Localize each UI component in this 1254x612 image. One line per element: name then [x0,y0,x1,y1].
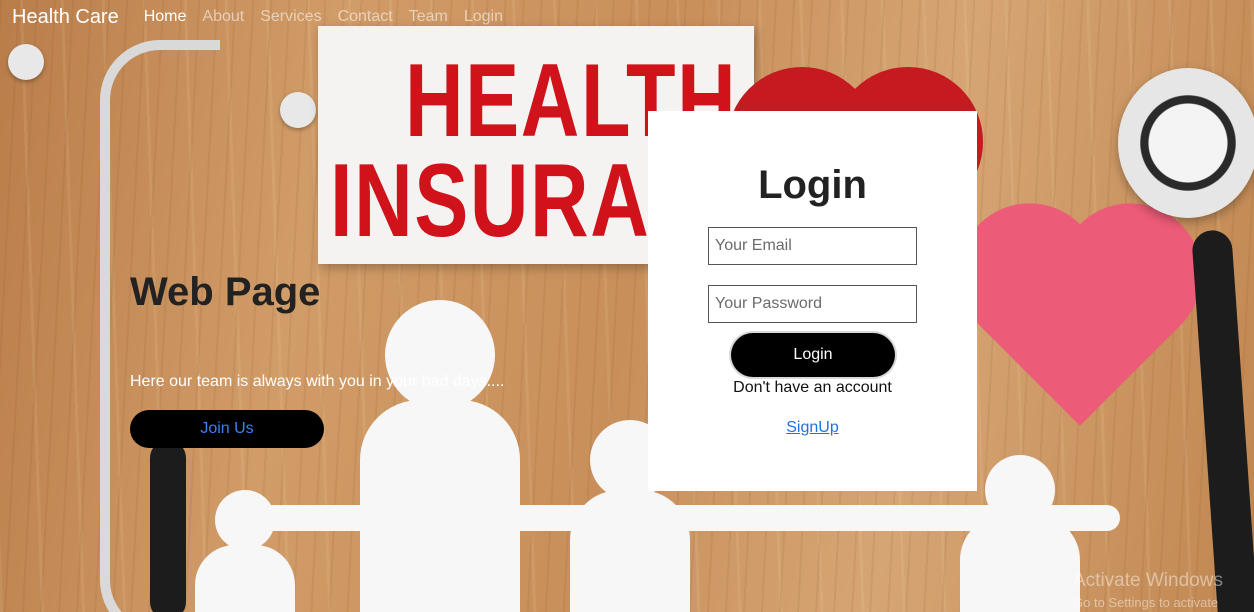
signup-link[interactable]: SignUp [648,419,977,437]
family-figure-arms [260,505,1120,531]
hero-subtitle: Here our team is always with you in your… [130,373,505,390]
no-account-text: Don't have an account [733,379,892,396]
email-input[interactable] [708,227,917,265]
nav-link-login[interactable]: Login [464,8,503,26]
top-navbar: Health Care Home About Services Contact … [0,0,519,34]
login-card: Login Login Don't have an account SignUp [648,111,977,491]
login-button[interactable]: Login [731,333,895,377]
windows-watermark: Activate Windows Go to Settings to activ… [1073,570,1254,612]
stethoscope-bell [1118,68,1254,218]
nav-link-home[interactable]: Home [144,8,187,26]
password-input[interactable] [708,285,917,323]
stethoscope-tube-black [1191,229,1254,612]
watermark-line2: Go to Settings to activate Windows. [1073,595,1219,610]
stethoscope-ear-tip [8,44,44,80]
hero-title: Web Page [130,270,321,314]
stethoscope-ear-tip [280,92,316,128]
nav-link-team[interactable]: Team [409,8,448,26]
brand-logo[interactable]: Health Care [12,6,119,29]
watermark-line1: Activate Windows [1073,570,1223,591]
nav-link-contact[interactable]: Contact [338,8,393,26]
stethoscope-tube-black [150,440,186,612]
join-us-button[interactable]: Join Us [130,410,324,448]
nav-link-services[interactable]: Services [260,8,321,26]
family-figure-body [195,545,295,612]
family-figure-head [385,300,495,410]
login-title: Login [758,163,867,207]
pink-heart [979,224,1181,426]
nav-link-about[interactable]: About [202,8,244,26]
